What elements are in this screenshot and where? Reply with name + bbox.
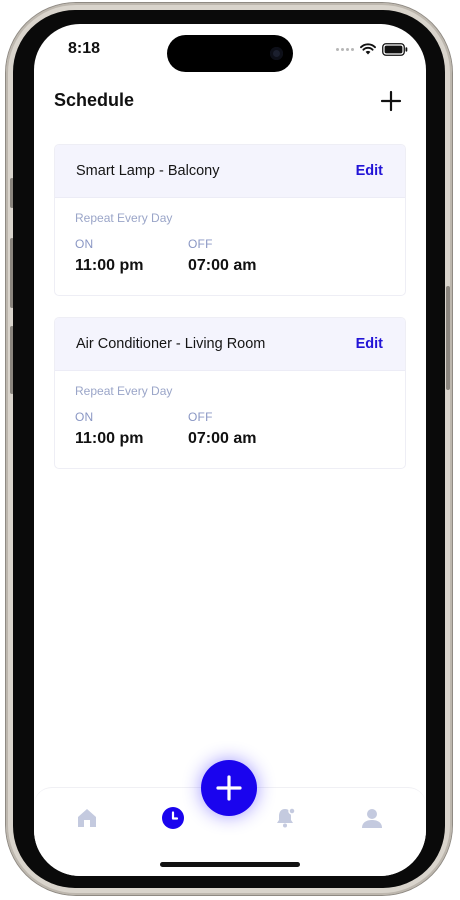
home-icon [78,809,96,827]
front-camera [270,47,283,60]
off-time: 07:00 am [188,257,257,274]
bell-icon [277,807,296,828]
on-label: ON [75,237,94,251]
add-schedule-button[interactable] [380,90,402,112]
off-label: OFF [188,237,213,251]
wifi-icon [360,43,376,55]
nav-home[interactable] [75,806,99,830]
fab-add-button[interactable] [201,760,257,816]
on-time-group: ON 11:00 pm [75,410,143,448]
schedule-card: Smart Lamp - Balcony Edit Repeat Every D… [54,144,406,296]
repeat-text: Repeat Every Day [75,211,173,225]
power-button [446,286,450,390]
edit-button[interactable]: Edit [356,336,383,352]
on-label: ON [75,410,94,424]
off-label: OFF [188,410,213,424]
app-screen: 8:18 Schedule Smart Lamp - Balcony Edit … [34,24,426,876]
device-name: Smart Lamp - Balcony [76,163,220,179]
status-indicators [336,42,408,56]
home-indicator [160,862,300,867]
device-name: Air Conditioner - Living Room [76,336,266,352]
repeat-text: Repeat Every Day [75,384,173,398]
user-icon [362,809,382,828]
edit-button[interactable]: Edit [356,163,383,179]
plus-icon [380,90,402,112]
on-time: 11:00 pm [75,257,144,274]
on-time: 11:00 pm [75,430,144,447]
off-time: 07:00 am [188,430,257,447]
status-time: 8:18 [68,40,101,57]
schedule-card: Air Conditioner - Living Room Edit Repea… [54,317,406,469]
signal-dots-icon [336,47,354,51]
schedule-card-header: Smart Lamp - Balcony Edit [55,145,405,198]
nav-schedule[interactable] [161,806,185,830]
clock-icon [162,807,184,829]
battery-icon [382,42,408,56]
page-title: Schedule [54,90,135,110]
schedule-card-header: Air Conditioner - Living Room Edit [55,318,405,371]
nav-profile[interactable] [360,806,384,830]
nav-notifications[interactable] [273,806,297,830]
add-icon [216,775,242,801]
off-time-group: OFF 07:00 am [188,237,257,275]
dynamic-island [167,35,293,72]
on-time-group: ON 11:00 pm [75,237,143,275]
off-time-group: OFF 07:00 am [188,410,257,448]
